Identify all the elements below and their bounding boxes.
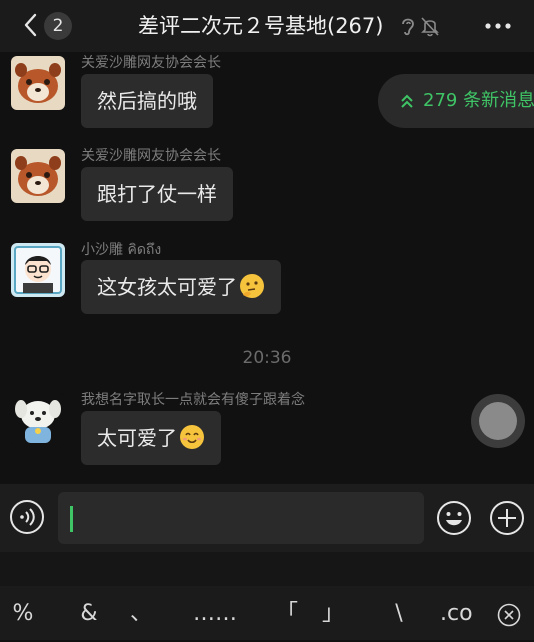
key-ampersand[interactable]: & — [74, 586, 104, 640]
chat-title: 差评二次元２号基地(267) — [138, 14, 384, 38]
message-text: 太可爱了 — [97, 426, 177, 450]
key-ideographic-comma[interactable]: 、 — [126, 586, 156, 640]
key-percent[interactable]: % — [8, 586, 38, 640]
unread-count-badge[interactable]: 2 — [44, 12, 72, 40]
key-backslash[interactable]: \ — [384, 586, 414, 640]
double-chevron-up-icon — [401, 94, 413, 108]
message-bubble[interactable]: 这女孩太可爱了 — [81, 260, 281, 314]
thinking-emoji-icon — [240, 274, 264, 298]
add-attachment-icon[interactable] — [489, 500, 525, 536]
keyboard-toolbar — [0, 552, 534, 586]
ear-icon — [402, 18, 414, 36]
emoji-picker-icon[interactable] — [436, 500, 472, 536]
key-dot-com[interactable]: .co — [440, 586, 485, 640]
message-timestamp: 20:36 — [242, 348, 292, 368]
key-left-corner-bracket[interactable]: 「 — [272, 586, 302, 640]
text-caret — [70, 506, 73, 532]
message-text: 然后搞的哦 — [97, 89, 197, 113]
voice-input-icon[interactable] — [9, 499, 45, 535]
sender-name: 关爱沙雕网友协会会长 — [81, 55, 221, 71]
message-bubble[interactable]: 太可爱了 — [81, 411, 221, 465]
sender-name: 我想名字取长一点就会有傻子跟着念 — [81, 392, 305, 408]
mute-bell-icon — [421, 17, 439, 37]
cartoon-boy-avatar[interactable] — [11, 243, 65, 297]
red-panda-avatar[interactable] — [11, 149, 65, 203]
sender-name: 小沙雕 คิดถึง — [81, 242, 162, 258]
message-input[interactable] — [58, 492, 424, 544]
sender-name: 关爱沙雕网友协会会长 — [81, 148, 221, 164]
white-dog-avatar[interactable] — [11, 393, 65, 447]
more-options-icon[interactable] — [483, 16, 513, 36]
key-ellipsis[interactable]: …… — [190, 586, 240, 640]
floating-assistive-button[interactable] — [471, 394, 525, 448]
floating-button-core — [479, 402, 517, 440]
message-bubble[interactable]: 然后搞的哦 — [81, 74, 213, 128]
new-messages-label: 279 条新消息 — [423, 90, 534, 111]
red-panda-avatar[interactable] — [11, 56, 65, 110]
smile-emoji-icon — [180, 425, 204, 449]
new-messages-button[interactable]: 279 条新消息 — [378, 74, 534, 128]
message-text: 这女孩太可爱了 — [97, 275, 237, 299]
close-circle-icon[interactable] — [497, 603, 521, 627]
chat-header: 2 差评二次元２号基地(267) — [0, 0, 534, 52]
message-bubble[interactable]: 跟打了仗一样 — [81, 167, 233, 221]
key-right-corner-bracket[interactable]: 」 — [318, 586, 348, 640]
keyboard-symbol-row: % & 、 …… 「 」 \ .co — [0, 586, 534, 640]
message-text: 跟打了仗一样 — [97, 182, 217, 206]
